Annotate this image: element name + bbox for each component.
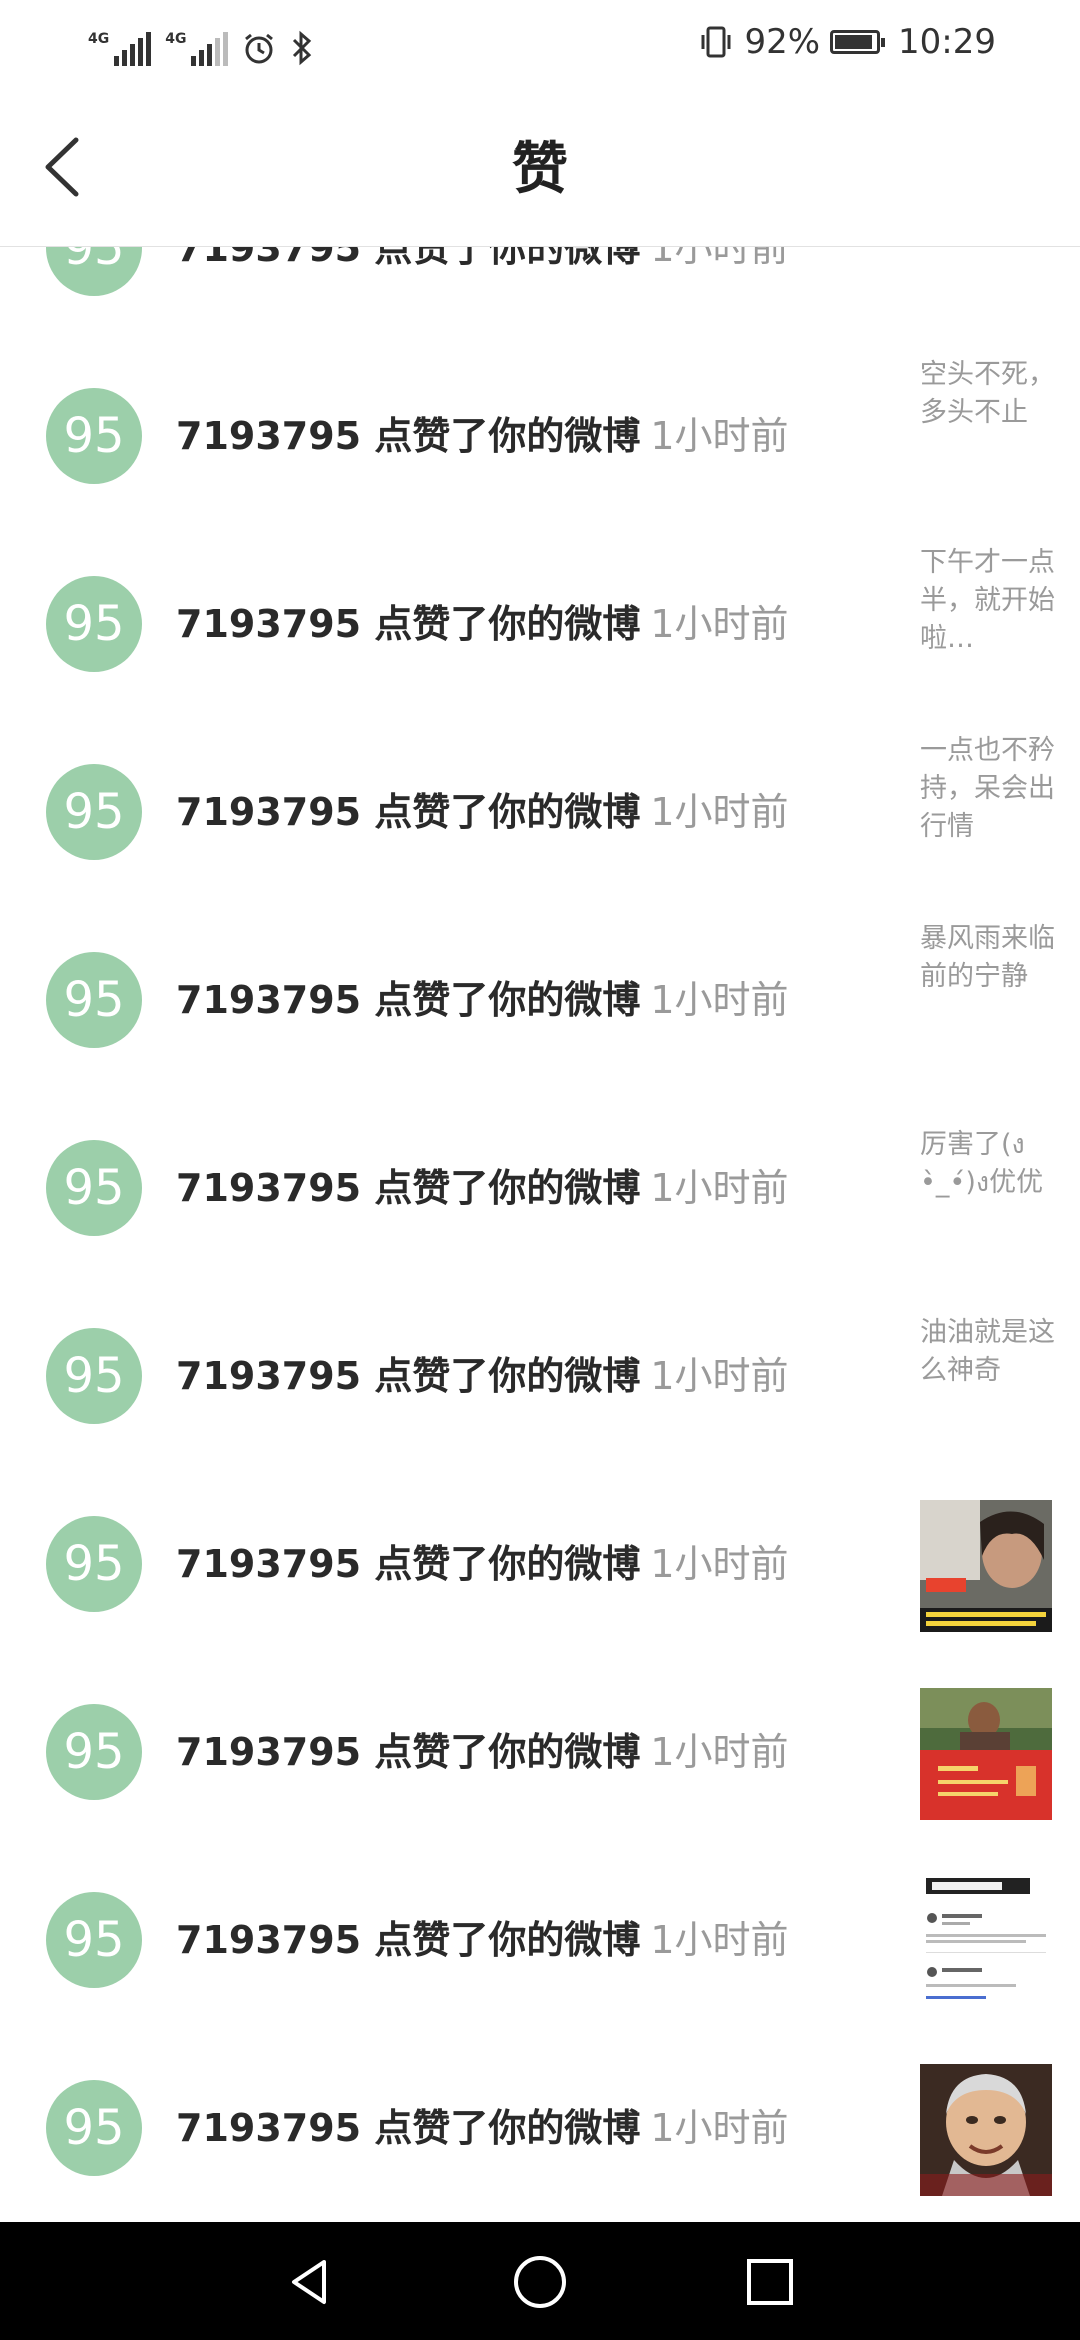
battery-level-fill (835, 35, 872, 49)
post-preview-text[interactable]: 下午才一点半，就开始啦… (920, 544, 1060, 658)
like-message: 7193795 点赞了你的微博 (176, 414, 641, 458)
like-text: 7193795 点赞了你的微博 1小时前 (176, 972, 789, 1028)
like-text: 7193795 点赞了你的微博 1小时前 (176, 1912, 789, 1968)
list-item[interactable]: 95 7193795 点赞了你的微博 1小时前 油油就是这么神奇 (0, 1282, 1080, 1470)
avatar[interactable]: 95 (46, 1704, 142, 1800)
list-item[interactable]: 95 7193795 点赞了你的微博 1小时前 (0, 1658, 1080, 1846)
signal-icon: 4G (88, 31, 152, 66)
like-text: 7193795 点赞了你的微博 1小时前 (176, 1536, 789, 1592)
screenshot-thumbnail-image (920, 1876, 1052, 2008)
like-time: 1小时前 (650, 1918, 789, 1962)
alarm-icon (245, 33, 274, 64)
avatar[interactable]: 95 (46, 576, 142, 672)
red-banner-photo-thumbnail-image (920, 1688, 1052, 1820)
like-text: 7193795 点赞了你的微博 1小时前 (176, 1160, 789, 1216)
signal-icon-2: 4G (165, 31, 229, 66)
like-text: 7193795 点赞了你的微博 1小时前 (176, 2100, 789, 2156)
post-preview-text[interactable]: 一点也不矜持，呆会出行情 (920, 732, 1060, 846)
list-item[interactable]: 95 7193795 点赞了你的微博 1小时前 空头不死，多头不止 (0, 342, 1080, 530)
like-time: 1小时前 (650, 790, 789, 834)
avatar[interactable]: 95 (46, 764, 142, 860)
screen: 4G 4G 92% 10:29 赞 95 7193795 点赞了你的微博 1小时… (0, 0, 1080, 2340)
like-message: 7193795 点赞了你的微博 (176, 1166, 641, 1210)
like-message: 7193795 点赞了你的微博 (176, 1354, 641, 1398)
like-text: 7193795 点赞了你的微博 1小时前 (176, 1724, 789, 1780)
post-preview-text[interactable]: 空头不死，多头不止 (920, 356, 1060, 432)
like-message: 7193795 点赞了你的微博 (176, 1918, 641, 1962)
header: 赞 (0, 84, 1080, 247)
like-text: 7193795 点赞了你的微博 1小时前 (176, 246, 789, 276)
portrait-photo-thumbnail-image (920, 2064, 1052, 2196)
like-message: 7193795 点赞了你的微博 (176, 978, 641, 1022)
list-item[interactable]: 95 7193795 点赞了你的微博 1小时前 一点也不矜持，呆会出行情 (0, 718, 1080, 906)
list-item[interactable]: 95 7193795 点赞了你的微博 1小时前 (0, 246, 1080, 342)
status-right: 92% 10:29 (698, 18, 996, 66)
list-item[interactable]: 95 7193795 点赞了你的微博 1小时前 (0, 1846, 1080, 2034)
list-item[interactable]: 95 7193795 点赞了你的微博 1小时前 (0, 2034, 1080, 2222)
bluetooth-icon (293, 30, 312, 66)
avatar[interactable]: 95 (46, 1328, 142, 1424)
like-time: 1小时前 (650, 1542, 789, 1586)
vibrate-icon (701, 26, 731, 58)
clock: 10:29 (898, 22, 996, 62)
like-time: 1小时前 (650, 1354, 789, 1398)
avatar[interactable]: 95 (46, 1516, 142, 1612)
page-title: 赞 (512, 137, 568, 202)
post-preview-text[interactable]: 厉害了(ง •̀_•́)ง优优 (920, 1126, 1060, 1202)
likes-list[interactable]: 95 7193795 点赞了你的微博 1小时前 95 7193795 点赞了你的… (0, 246, 1080, 2222)
like-message: 7193795 点赞了你的微博 (176, 602, 641, 646)
network-type-label: 4G (88, 31, 110, 47)
like-message: 7193795 点赞了你的微博 (176, 1542, 641, 1586)
like-text: 7193795 点赞了你的微博 1小时前 (176, 784, 789, 840)
like-text: 7193795 点赞了你的微博 1小时前 (176, 1348, 789, 1404)
battery-percent: 92% (744, 22, 821, 62)
like-message: 7193795 点赞了你的微博 (176, 1730, 641, 1774)
like-time: 1小时前 (650, 246, 789, 270)
like-text: 7193795 点赞了你的微博 1小时前 (176, 596, 789, 652)
like-time: 1小时前 (650, 2106, 789, 2150)
post-preview-text[interactable]: 油油就是这么神奇 (920, 1314, 1060, 1390)
status-bar: 4G 4G 92% 10:29 (0, 0, 1080, 84)
battery-icon (830, 30, 886, 54)
list-item[interactable]: 95 7193795 点赞了你的微博 1小时前 暴风雨来临前的宁静 (0, 906, 1080, 1094)
post-preview-text[interactable]: 暴风雨来临前的宁静 (920, 920, 1060, 996)
post-thumbnail[interactable] (920, 1876, 1052, 2008)
navigation-bar (0, 2222, 1080, 2340)
post-thumbnail[interactable] (920, 1500, 1052, 1632)
recents-square-icon[interactable] (740, 2252, 800, 2312)
back-triangle-icon[interactable] (280, 2252, 340, 2312)
like-time: 1小时前 (650, 978, 789, 1022)
like-time: 1小时前 (650, 1730, 789, 1774)
like-message: 7193795 点赞了你的微博 (176, 790, 641, 834)
avatar[interactable]: 95 (46, 2080, 142, 2176)
home-circle-icon[interactable] (510, 2252, 570, 2312)
list-item[interactable]: 95 7193795 点赞了你的微博 1小时前 下午才一点半，就开始啦… (0, 530, 1080, 718)
status-left: 4G 4G (88, 18, 314, 66)
like-time: 1小时前 (650, 414, 789, 458)
meme-photo-thumbnail-image (920, 1500, 1052, 1632)
avatar[interactable]: 95 (46, 388, 142, 484)
like-text: 7193795 点赞了你的微博 1小时前 (176, 408, 789, 464)
post-thumbnail[interactable] (920, 1688, 1052, 1820)
avatar[interactable]: 95 (46, 1140, 142, 1236)
network-type-label-2: 4G (165, 31, 187, 47)
like-time: 1小时前 (650, 602, 789, 646)
avatar[interactable]: 95 (46, 246, 142, 296)
like-message: 7193795 点赞了你的微博 (176, 246, 641, 270)
avatar[interactable]: 95 (46, 1892, 142, 1988)
avatar[interactable]: 95 (46, 952, 142, 1048)
like-time: 1小时前 (650, 1166, 789, 1210)
list-item[interactable]: 95 7193795 点赞了你的微博 1小时前 厉害了(ง •̀_•́)ง优优 (0, 1094, 1080, 1282)
like-message: 7193795 点赞了你的微博 (176, 2106, 641, 2150)
list-item[interactable]: 95 7193795 点赞了你的微博 1小时前 (0, 1470, 1080, 1658)
post-thumbnail[interactable] (920, 2064, 1052, 2196)
